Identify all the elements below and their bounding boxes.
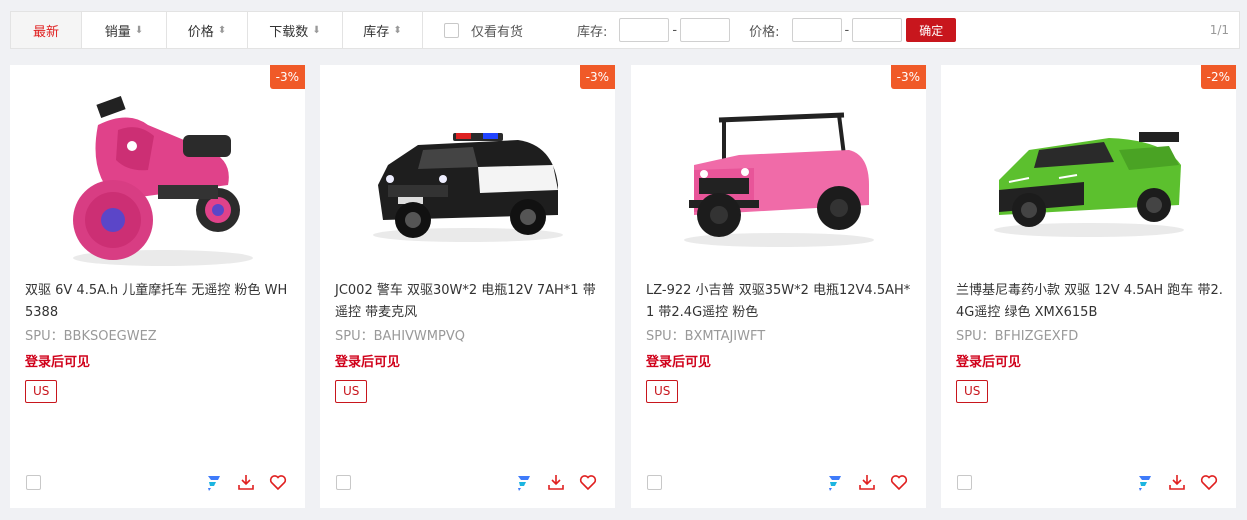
login-to-view-price[interactable]: 登录后可见 xyxy=(956,351,1021,370)
download-icon[interactable] xyxy=(856,471,878,493)
product-image[interactable] xyxy=(941,75,1236,275)
login-to-view-price[interactable]: 登录后可见 xyxy=(335,351,400,370)
discount-badge: -3% xyxy=(269,65,305,89)
in-stock-checkbox[interactable] xyxy=(444,22,459,38)
sort-tab-label: 下载数 xyxy=(269,24,309,40)
card-actions xyxy=(1134,471,1220,493)
sort-tab-label: 库存 xyxy=(363,24,390,40)
discount-badge: -3% xyxy=(579,65,615,89)
publish-icon[interactable] xyxy=(203,471,225,493)
login-to-view-price[interactable]: 登录后可见 xyxy=(646,351,711,370)
product-card[interactable]: -3% JC002 警车 双驱30W*2 电瓶12V 7AH*1 带遥控 带麦克… xyxy=(320,65,615,508)
download-icon[interactable] xyxy=(235,471,257,493)
card-actions xyxy=(513,471,599,493)
product-title[interactable]: 兰博基尼毒药小款 双驱 12V 4.5AH 跑车 带2.4G遥控 绿色 XMX6… xyxy=(956,280,1224,324)
black-police-suv-image xyxy=(372,133,563,242)
product-image[interactable] xyxy=(631,75,926,275)
publish-icon[interactable] xyxy=(824,471,846,493)
sort-tab-label: 最新 xyxy=(32,24,59,40)
heart-icon[interactable] xyxy=(888,471,910,493)
heart-icon[interactable] xyxy=(1198,471,1220,493)
product-spu: SPU：BAHIVWMPVQ xyxy=(335,329,465,344)
in-stock-label: 仅看有货 xyxy=(471,24,524,40)
sort-down-icon: ⬇ xyxy=(312,24,321,36)
region-tag: US xyxy=(25,380,58,403)
product-spu: SPU：BFHIZGEXFD xyxy=(956,329,1079,344)
stock-range: 库存: - xyxy=(577,18,731,42)
product-image[interactable] xyxy=(10,75,305,275)
heart-icon[interactable] xyxy=(267,471,289,493)
pink-jeep-image xyxy=(683,112,874,247)
region-tag: US xyxy=(956,380,989,403)
range-dash: - xyxy=(844,22,850,38)
price-max-input[interactable] xyxy=(852,18,903,42)
sort-tab-label: 价格 xyxy=(187,24,214,40)
stock-min-input[interactable] xyxy=(619,18,670,42)
in-stock-filter[interactable]: 仅看有货 xyxy=(444,21,523,40)
sort-tab-stock[interactable]: 库存 ⬍ xyxy=(343,12,423,48)
product-title[interactable]: LZ-922 小吉普 双驱35W*2 电瓶12V4.5AH*1 带2.4G遥控 … xyxy=(646,280,914,324)
sort-tab-downloads[interactable]: 下载数 ⬇ xyxy=(248,12,343,48)
discount-badge: -2% xyxy=(1200,65,1236,89)
product-title[interactable]: 双驱 6V 4.5A.h 儿童摩托车 无遥控 粉色 WH5388 xyxy=(25,280,293,324)
sort-tab-label: 销量 xyxy=(104,24,131,40)
product-title[interactable]: JC002 警车 双驱30W*2 电瓶12V 7AH*1 带遥控 带麦克风 xyxy=(335,280,603,324)
product-card[interactable]: -2% 兰博基尼毒药小款 双驱 12V 4.5AH 跑车 带2.4G遥控 绿色 … xyxy=(941,65,1236,508)
download-icon[interactable] xyxy=(545,471,567,493)
heart-icon[interactable] xyxy=(577,471,599,493)
select-checkbox[interactable] xyxy=(957,475,972,490)
product-card[interactable]: -3% 双驱 6V 4.5A.h 儿童摩托车 无遥控 粉色 WH5388 SPU… xyxy=(10,65,305,508)
stock-range-label: 库存: xyxy=(577,24,608,40)
login-to-view-price[interactable]: 登录后可见 xyxy=(25,351,90,370)
price-range: 价格: - 确定 xyxy=(749,18,957,42)
region-tag: US xyxy=(646,380,679,403)
sort-updown-icon: ⬍ xyxy=(393,24,402,36)
select-checkbox[interactable] xyxy=(336,475,351,490)
filter-bar: 最新 销量 ⬇ 价格 ⬍ 下载数 ⬇ 库存 ⬍ 仅看有货 库存: - 价格: -… xyxy=(10,11,1240,49)
sort-down-icon: ⬇ xyxy=(134,24,144,36)
pink-kids-motorcycle-image xyxy=(72,95,253,266)
green-sports-car-image xyxy=(993,132,1184,237)
card-actions xyxy=(203,471,289,493)
sort-updown-icon: ⬍ xyxy=(217,24,227,36)
product-image[interactable] xyxy=(320,75,615,275)
stock-max-input[interactable] xyxy=(680,18,731,42)
publish-icon[interactable] xyxy=(1134,471,1156,493)
price-min-input[interactable] xyxy=(791,18,842,42)
region-tag: US xyxy=(335,380,368,403)
download-icon[interactable] xyxy=(1166,471,1188,493)
select-checkbox[interactable] xyxy=(26,475,41,490)
publish-icon[interactable] xyxy=(513,471,535,493)
confirm-button[interactable]: 确定 xyxy=(906,18,957,42)
range-dash: - xyxy=(672,22,678,38)
price-range-label: 价格: xyxy=(749,24,780,40)
product-card[interactable]: -3% LZ-922 小吉普 双驱35W*2 电瓶12V4.5AH*1 带2.4… xyxy=(631,65,926,508)
discount-badge: -3% xyxy=(890,65,926,89)
product-spu: SPU：BBKSOEGWEZ xyxy=(25,329,157,344)
sort-tab-sales[interactable]: 销量 ⬇ xyxy=(82,12,167,48)
product-spu: SPU：BXMTAJIWFT xyxy=(646,329,766,344)
sort-tab-price[interactable]: 价格 ⬍ xyxy=(167,12,248,48)
card-actions xyxy=(824,471,910,493)
sort-tab-newest[interactable]: 最新 xyxy=(11,12,82,48)
select-checkbox[interactable] xyxy=(647,475,662,490)
page-indicator: 1/1 xyxy=(1209,23,1229,37)
